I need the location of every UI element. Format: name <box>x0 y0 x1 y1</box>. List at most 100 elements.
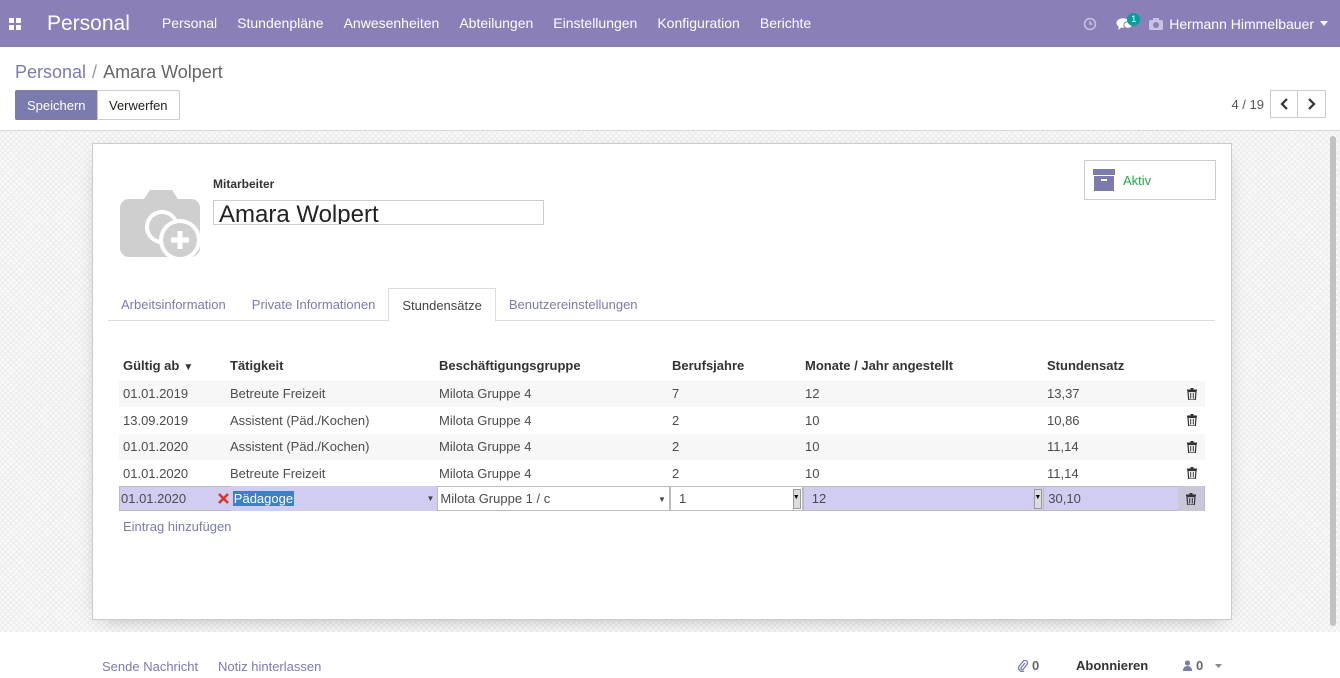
active-status-label: Aktiv <box>1123 172 1152 188</box>
employee-name-input[interactable]: Amara Wolpert <box>213 200 544 225</box>
edit-years-input[interactable]: 1 ▼ <box>669 486 803 511</box>
menu-item-stundenplaene[interactable]: Stundenpläne <box>227 0 333 47</box>
pager-previous-button[interactable] <box>1270 90 1298 118</box>
chevron-left-icon <box>1280 98 1288 110</box>
hourly-rates-table: Gültig ab ▼ Tätigkeit Beschäftigungsgrupp… <box>119 350 1205 534</box>
pager-value[interactable]: 4 / 19 <box>1231 97 1264 112</box>
chevron-down-icon <box>1215 663 1223 668</box>
cell-job: Betreute Freizeit <box>230 465 326 481</box>
apps-menu-icon[interactable] <box>0 0 30 47</box>
table-header: Gültig ab ▼ Tätigkeit Beschäftigungsgrupp… <box>119 350 1205 380</box>
user-avatar-icon <box>1149 17 1164 30</box>
edit-date-cell: 01.01.2020 <box>120 491 231 506</box>
user-name: Hermann Himmelbauer <box>1169 15 1314 32</box>
edit-group-select[interactable]: Milota Gruppe 1 / c ▼ <box>437 486 670 511</box>
menu-item-berichte[interactable]: Berichte <box>750 0 821 47</box>
column-header-group[interactable]: Beschäftigungsgruppe <box>439 358 672 373</box>
breadcrumb-current: Amara Wolpert <box>103 62 223 82</box>
menu-item-abteilungen[interactable]: Abteilungen <box>449 0 543 47</box>
cell-group: Milota Gruppe 4 <box>439 439 532 455</box>
cell-valid-from: 01.01.2019 <box>123 386 189 402</box>
tab-stundensaetze[interactable]: Stundensätze <box>388 288 496 322</box>
table-row[interactable]: 01.01.2020 Assistent (Päd./Kochen) Milot… <box>119 433 1205 460</box>
column-header-job[interactable]: Tätigkeit <box>230 358 439 373</box>
form-sheet: Mitarbeiter Amara Wolpert Aktiv Arbeitsi… <box>92 143 1232 620</box>
navbar-right: 1 Hermann Himmelbauer <box>1073 0 1340 47</box>
edit-date-input[interactable]: 01.01.2020 <box>121 491 186 506</box>
employee-photo-placeholder[interactable] <box>120 189 202 264</box>
cell-years: 2 <box>672 465 680 481</box>
cell-group: Milota Gruppe 4 <box>439 386 532 402</box>
trash-icon[interactable] <box>1179 414 1205 427</box>
table-row[interactable]: 13.09.2019 Assistent (Päd./Kochen) Milot… <box>119 406 1205 434</box>
column-header-months[interactable]: Monate / Jahr angestellt <box>805 358 1047 373</box>
caret-down-icon: ▼ <box>426 494 435 503</box>
sort-desc-icon: ▼ <box>183 361 194 373</box>
app-brand[interactable]: Personal <box>47 12 130 36</box>
messages-icon[interactable]: 1 <box>1107 0 1141 47</box>
cell-valid-from: 01.01.2020 <box>123 439 189 455</box>
column-header-rate[interactable]: Stundensatz <box>1047 358 1179 373</box>
vertical-scrollbar[interactable] <box>1330 136 1336 626</box>
table-row[interactable]: 01.01.2020 Betreute Freizeit Milota Grup… <box>119 459 1205 487</box>
tab-benutzereinstellungen[interactable]: Benutzereinstellungen <box>496 288 651 320</box>
followers-button[interactable]: 0 <box>1183 658 1223 673</box>
edit-job-value: Pädagoge <box>232 491 295 506</box>
main-menu: Personal Stundenpläne Anwesenheiten Abte… <box>152 0 821 47</box>
menu-item-einstellungen[interactable]: Einstellungen <box>543 0 647 47</box>
add-line-link[interactable]: Eintrag hinzufügen <box>119 519 1205 534</box>
cell-job: Betreute Freizeit <box>230 386 326 402</box>
cell-months: 10 <box>805 439 820 455</box>
cell-valid-from: 13.09.2019 <box>123 412 189 428</box>
spinner-arrows-icon[interactable]: ▼ <box>792 489 801 509</box>
active-toggle-button[interactable]: Aktiv <box>1084 160 1216 200</box>
paperclip-icon <box>1018 659 1028 672</box>
tab-private-informationen[interactable]: Private Informationen <box>239 288 389 320</box>
attachments-button[interactable]: 0 <box>1018 658 1039 673</box>
employee-field-label: Mitarbeiter <box>213 177 275 191</box>
column-header-valid-from[interactable]: Gültig ab ▼ <box>119 358 230 373</box>
trash-icon[interactable] <box>1178 486 1204 511</box>
form-tabs: Arbeitsinformation Private Informationen… <box>108 288 1215 322</box>
trash-icon[interactable] <box>1179 387 1205 400</box>
edit-job-select[interactable]: Pädagoge ▼ <box>230 486 438 511</box>
user-icon <box>1183 660 1192 671</box>
discard-button[interactable]: Verwerfen <box>97 90 180 120</box>
activity-clock-icon[interactable] <box>1073 0 1107 47</box>
table-row-editing[interactable]: 01.01.2020 Pädagoge ▼ Milota Gruppe 1 / … <box>119 486 1205 511</box>
tab-arbeitsinformation[interactable]: Arbeitsinformation <box>108 288 239 320</box>
trash-icon[interactable] <box>1179 467 1205 480</box>
cell-job: Assistent (Päd./Kochen) <box>230 412 370 428</box>
table-row[interactable]: 01.01.2019 Betreute Freizeit Milota Grup… <box>119 380 1205 407</box>
edit-months-value: 12 <box>811 491 827 506</box>
menu-item-personal[interactable]: Personal <box>152 0 227 47</box>
cell-group: Milota Gruppe 4 <box>439 412 532 428</box>
column-header-years[interactable]: Berufsjahre <box>672 358 805 373</box>
spinner-arrows-icon[interactable]: ▼ <box>1034 489 1043 509</box>
pager-next-button[interactable] <box>1298 90 1326 118</box>
cell-months: 12 <box>805 386 820 402</box>
attachments-count: 0 <box>1032 658 1040 673</box>
cell-years: 2 <box>672 412 680 428</box>
archive-box-icon <box>1093 169 1115 191</box>
log-note-button[interactable]: Notiz hinterlassen <box>218 659 321 674</box>
cell-months: 10 <box>805 465 820 481</box>
user-menu[interactable]: Hermann Himmelbauer <box>1141 16 1340 32</box>
breadcrumb-parent[interactable]: Personal <box>15 62 86 82</box>
cell-group: Milota Gruppe 4 <box>439 465 532 481</box>
record-pager: 4 / 19 <box>1231 90 1326 118</box>
breadcrumb-separator: / <box>92 62 98 82</box>
edit-group-value: Milota Gruppe 1 / c <box>440 491 551 506</box>
follow-button[interactable]: Abonnieren <box>1076 658 1148 673</box>
cell-rate: 11,14 <box>1047 439 1079 455</box>
menu-item-anwesenheiten[interactable]: Anwesenheiten <box>334 0 450 47</box>
edit-months-input[interactable]: 12 ▼ <box>802 486 1045 511</box>
save-button[interactable]: Speichern <box>15 90 98 120</box>
trash-icon[interactable] <box>1179 440 1205 453</box>
chatter-bar: Sende Nachricht Notiz hinterlassen 0 Abo… <box>0 632 1340 678</box>
remove-date-icon[interactable] <box>217 493 229 504</box>
cell-rate: 10,86 <box>1047 412 1080 428</box>
menu-item-konfiguration[interactable]: Konfiguration <box>647 0 750 47</box>
send-message-button[interactable]: Sende Nachricht <box>102 659 198 674</box>
followers-count: 0 <box>1196 658 1204 673</box>
